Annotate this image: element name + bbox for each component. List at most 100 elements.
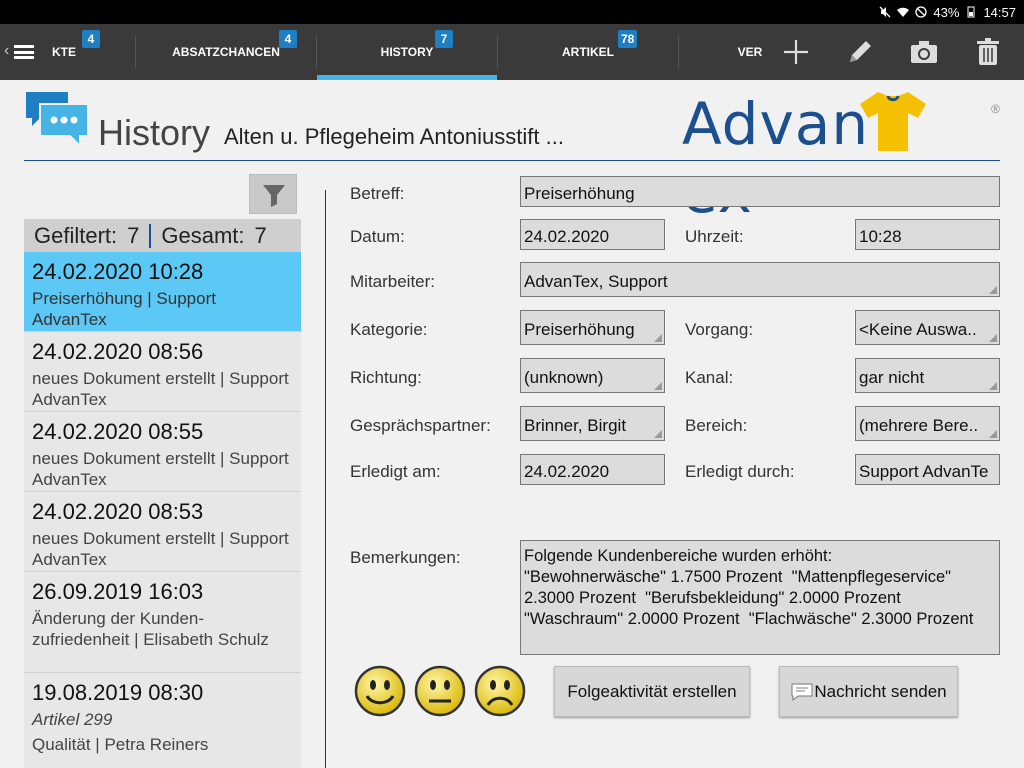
- history-datetime: 24.02.2020 08:53: [32, 499, 204, 524]
- pencil-icon[interactable]: [844, 36, 876, 68]
- dropdown-corner-icon: [989, 430, 997, 438]
- panel-divider: [325, 190, 326, 768]
- datum-field[interactable]: 24.02.2020: [520, 219, 665, 250]
- partner-value: Brinner, Birgit: [524, 416, 627, 435]
- tab-label: KTE: [52, 45, 76, 59]
- tab-badge: 4: [279, 30, 297, 48]
- mute-icon: [879, 6, 891, 18]
- datum-label: Datum:: [350, 227, 405, 246]
- bemerkungen-label: Bemerkungen:: [350, 548, 461, 567]
- tab-separator: [678, 36, 679, 68]
- partner-select[interactable]: Brinner, Birgit: [520, 406, 665, 441]
- trash-icon[interactable]: [972, 36, 1004, 68]
- bereich-select[interactable]: (mehrere Bere..: [855, 406, 1000, 441]
- wifi-icon: [897, 7, 910, 17]
- tab-ver[interactable]: VER: [730, 24, 770, 80]
- history-item[interactable]: 24.02.2020 08:55 neues Dokument erstellt…: [24, 412, 301, 492]
- history-datetime: 26.09.2019 16:03: [32, 579, 204, 604]
- kanal-label: Kanal:: [685, 368, 734, 387]
- history-datetime: 24.02.2020 10:28: [32, 259, 204, 284]
- erledigt-am-field[interactable]: 24.02.2020: [520, 454, 665, 485]
- send-message-button[interactable]: Nachricht senden: [779, 666, 958, 717]
- page-title: History: [98, 112, 211, 153]
- kategorie-label: Kategorie:: [350, 320, 428, 339]
- tab-history[interactable]: HISTORY 7: [317, 24, 497, 80]
- erledigt-durch-label: Erledigt durch:: [685, 462, 795, 481]
- history-description: neues Dokument erstellt | Support AdvanT…: [32, 529, 289, 569]
- history-item[interactable]: 24.02.2020 08:53 neues Dokument erstellt…: [24, 492, 301, 572]
- dropdown-corner-icon: [989, 382, 997, 390]
- kategorie-select[interactable]: Preiserhöhung: [520, 310, 665, 345]
- advantex-logo: Advanex ®: [680, 88, 1000, 226]
- sad-face-icon[interactable]: [474, 665, 526, 717]
- dropdown-corner-icon: [654, 430, 662, 438]
- richtung-select[interactable]: (unknown): [520, 358, 665, 393]
- history-list[interactable]: 24.02.2020 10:28 Preiserhöhung | Support…: [24, 252, 301, 768]
- dropdown-corner-icon: [654, 334, 662, 342]
- history-item[interactable]: 24.02.2020 10:28 Preiserhöhung | Support…: [24, 252, 301, 332]
- clock: 14:57: [983, 4, 1016, 20]
- filter-button[interactable]: [249, 174, 297, 214]
- history-article: Artikel 299: [32, 710, 113, 729]
- add-icon[interactable]: [780, 36, 812, 68]
- send-message-label: Nachricht senden: [814, 681, 947, 701]
- dnd-icon: [915, 6, 928, 18]
- customer-name: Alten u. Pflegeheim Antoniusstift ...: [224, 124, 564, 149]
- vorgang-select[interactable]: <Keine Auswa..: [855, 310, 1000, 345]
- create-followup-button[interactable]: Folgeaktivität erstellen: [554, 666, 750, 717]
- tab-label: HISTORY: [380, 45, 434, 59]
- filter-icon: [263, 185, 285, 207]
- partner-label: Gesprächspartner:: [350, 416, 491, 435]
- history-datetime: 24.02.2020 08:55: [32, 419, 204, 444]
- tab-absatzchancen[interactable]: ABSATZCHANCEN 4: [136, 24, 316, 80]
- history-description: Qualität | Petra Reiners: [32, 735, 209, 754]
- neutral-face-icon[interactable]: [414, 665, 466, 717]
- history-item[interactable]: 26.09.2019 16:03 Änderung der Kunden-zuf…: [24, 572, 301, 673]
- erledigt-am-label: Erledigt am:: [350, 462, 441, 481]
- total-count: 7: [254, 222, 267, 248]
- chat-bubbles-icon: [26, 92, 89, 149]
- header-divider: [24, 160, 1000, 161]
- status-bar: 43% 14:57: [0, 0, 1024, 24]
- camera-icon[interactable]: [908, 36, 940, 68]
- filtered-label: Gefiltert:: [34, 222, 118, 248]
- mitarbeiter-select[interactable]: AdvanTex, Support: [520, 262, 1000, 297]
- kanal-value: gar nicht: [859, 368, 925, 387]
- history-item[interactable]: 19.08.2019 08:30 Artikel 299 Qualität | …: [24, 673, 301, 768]
- filtered-count: 7: [127, 222, 140, 248]
- history-item[interactable]: 24.02.2020 08:56 neues Dokument erstellt…: [24, 332, 301, 412]
- history-description: neues Dokument erstellt | Support AdvanT…: [32, 369, 289, 409]
- bereich-label: Bereich:: [685, 416, 748, 435]
- create-followup-label: Folgeaktivität erstellen: [567, 681, 737, 701]
- uhrzeit-label: Uhrzeit:: [685, 227, 744, 246]
- menu-button[interactable]: ‹: [2, 38, 36, 66]
- kanal-select[interactable]: gar nicht: [855, 358, 1000, 393]
- hamburger-icon: [14, 45, 34, 59]
- tab-kte[interactable]: KTE 4: [40, 24, 100, 80]
- happy-face-icon[interactable]: [354, 665, 406, 717]
- bemerkungen-text: Folgende Kundenbereiche wurden erhöht: "…: [524, 547, 974, 628]
- vorgang-label: Vorgang:: [685, 320, 754, 339]
- tab-artikel[interactable]: ARTIKEL 78: [498, 24, 678, 80]
- history-summary: Gefiltert: 7 Gesamt: 7: [24, 219, 301, 252]
- history-description: Änderung der Kunden-zufriedenheit | Elis…: [32, 609, 269, 649]
- dropdown-corner-icon: [989, 334, 997, 342]
- tab-label: VER: [737, 45, 763, 59]
- uhrzeit-field[interactable]: 10:28: [855, 219, 1000, 250]
- battery-percent: 43%: [933, 4, 960, 20]
- bemerkungen-textarea[interactable]: Folgende Kundenbereiche wurden erhöht: "…: [520, 540, 1000, 655]
- tab-badge: 4: [82, 30, 100, 48]
- history-datetime: 24.02.2020 08:56: [32, 339, 204, 364]
- richtung-label: Richtung:: [350, 368, 422, 387]
- betreff-field[interactable]: Preiserhöhung: [520, 176, 1000, 207]
- kategorie-value: Preiserhöhung: [524, 320, 635, 339]
- bereich-value: (mehrere Bere..: [859, 416, 979, 435]
- erledigt-durch-field[interactable]: Support AdvanTe: [855, 454, 1000, 485]
- tab-label: ABSATZCHANCEN: [172, 45, 280, 59]
- vorgang-value: <Keine Auswa..: [859, 320, 977, 339]
- tab-label: ARTIKEL: [562, 45, 614, 59]
- tab-bar: ‹ KTE 4 ABSATZCHANCEN 4 HISTORY 7 ARTIKE…: [0, 24, 1024, 80]
- dropdown-corner-icon: [654, 382, 662, 390]
- mitarbeiter-value: AdvanTex, Support: [524, 272, 668, 291]
- chevron-left-icon: ‹: [4, 42, 10, 59]
